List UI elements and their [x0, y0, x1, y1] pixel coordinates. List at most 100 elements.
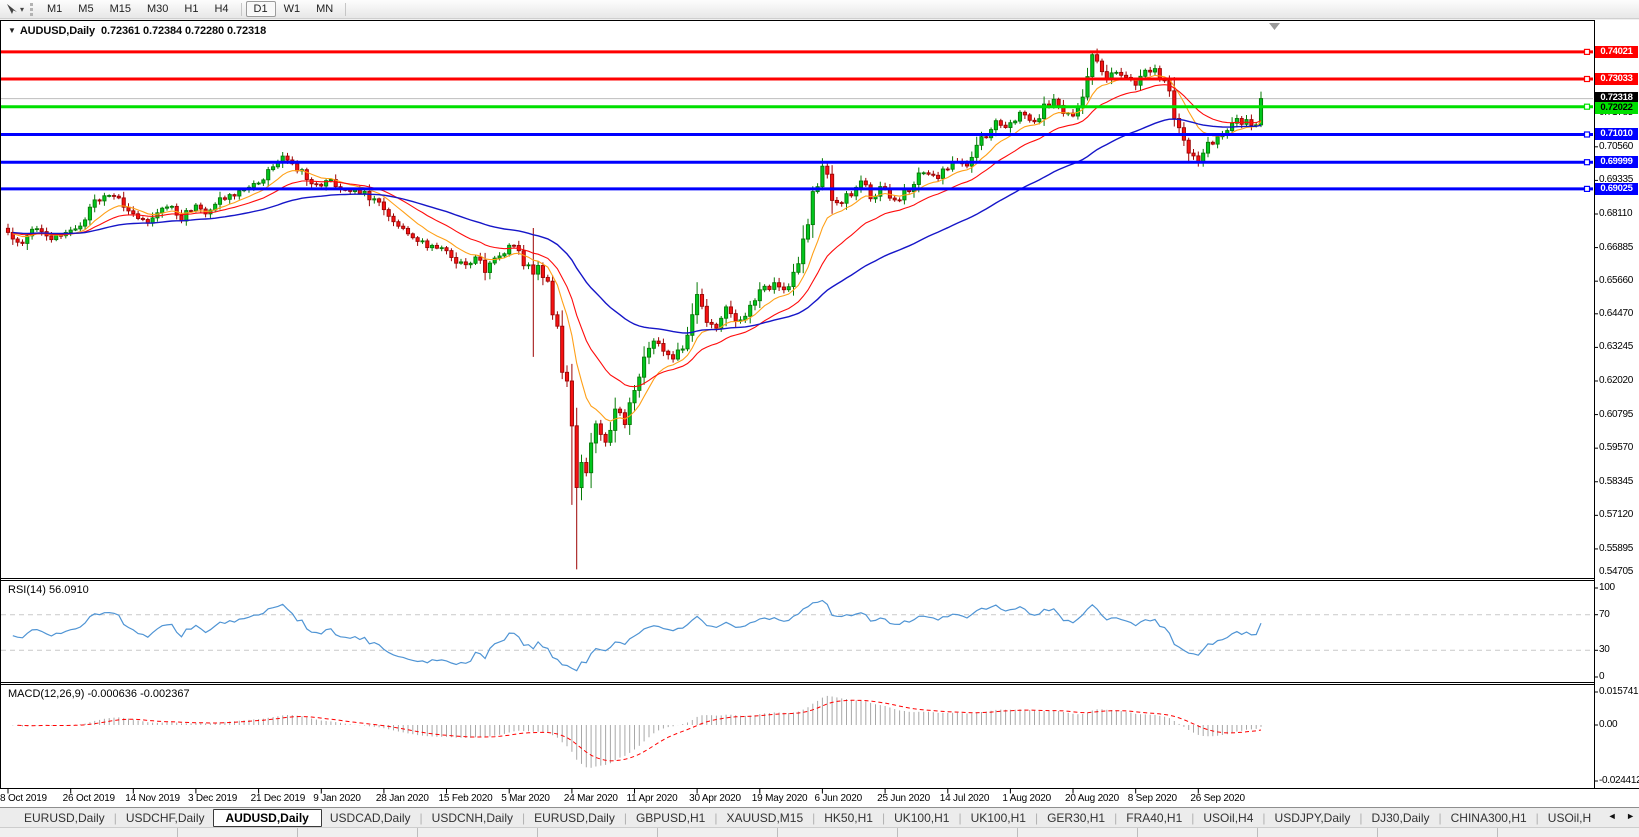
status-strip-divider [657, 828, 658, 837]
symbol-period-label: AUDUSD,Daily [19, 25, 96, 37]
price-axis-label: 0.54705 [1599, 566, 1634, 577]
status-strip [0, 827, 1639, 837]
price-axis-label: 0.58345 [1599, 475, 1634, 487]
rsi-axis-label: 70 [1599, 608, 1610, 620]
status-strip-divider [897, 828, 898, 837]
price-axis-label: 0.55895 [1599, 542, 1634, 554]
timeframe-button-m1[interactable]: M1 [39, 1, 70, 17]
chart-tab-usdcad-daily[interactable]: USDCAD,Daily [322, 810, 419, 826]
chart-title: ▼ AUDUSD,Daily 0.72361 0.72384 0.72280 0.… [8, 25, 266, 37]
status-strip-divider [1497, 828, 1498, 837]
date-axis-label: 5 Mar 2020 [501, 793, 550, 804]
date-axis-label: 8 Sep 2020 [1127, 793, 1177, 804]
support-price-tag[interactable]: 0.71010 [1595, 128, 1638, 140]
chevron-down-icon[interactable]: ▾ [20, 5, 24, 14]
macd-axis-label: -0.024412 [1599, 775, 1639, 786]
chart-tab-ger30-h1[interactable]: GER30,H1 [1039, 810, 1113, 826]
chart-tab-fra40-h1[interactable]: FRA40,H1 [1118, 810, 1190, 826]
chart-canvas[interactable] [0, 0, 1639, 837]
date-axis-label: 19 May 2020 [751, 793, 808, 804]
chart-tab-usdchf-daily[interactable]: USDCHF,Daily [118, 810, 213, 826]
timeframe-button-m15[interactable]: M15 [102, 1, 139, 17]
date-axis-label: 14 Nov 2019 [125, 793, 180, 804]
support-price-tag[interactable]: 0.69999 [1595, 156, 1638, 168]
date-axis-label: 14 Jul 2020 [939, 793, 990, 804]
status-strip-divider [1257, 828, 1258, 837]
status-strip-divider [537, 828, 538, 837]
chart-tab-gbpusd-h1[interactable]: GBPUSD,H1 [628, 810, 713, 826]
date-axis-label: 15 Feb 2020 [438, 793, 493, 804]
rsi-axis-label: 30 [1599, 644, 1610, 656]
timeframe-button-d1[interactable]: D1 [245, 1, 276, 17]
chart-cursor-icon[interactable] [5, 3, 18, 16]
resistance-price-tag[interactable]: 0.74021 [1595, 46, 1638, 58]
timeframe-button-m30[interactable]: M30 [139, 1, 176, 17]
date-axis-label: 6 Jun 2020 [814, 793, 862, 804]
date-axis-label: 25 Jun 2020 [877, 793, 930, 804]
timeframe-toolbar: ▾ M1 M5 M15 M30 H1 H4 D1 W1 MN [0, 0, 1639, 19]
rsi-axis-label: 100 [1599, 582, 1615, 593]
status-strip-divider [1137, 828, 1138, 837]
price-axis-label: 0.68110 [1599, 207, 1633, 219]
date-axis-label: 24 Mar 2020 [563, 793, 618, 804]
chart-tab-bar: EURUSD,Daily | USDCHF,Daily AUDUSD,Daily USD… [0, 807, 1639, 827]
date-axis-label: 26 Sep 2020 [1190, 793, 1245, 804]
date-axis-label: 9 Jan 2020 [313, 793, 361, 804]
price-axis-label: 0.62020 [1599, 374, 1634, 386]
chart-shift-marker [1269, 23, 1280, 30]
tab-scroll-left-icon[interactable]: ◄ [1608, 811, 1617, 821]
rsi-axis-label: 0 [1599, 671, 1605, 682]
chart-tab-dj30-daily[interactable]: DJ30,Daily [1363, 810, 1437, 826]
timeframe-button-w1[interactable]: W1 [276, 1, 309, 17]
chart-tab-uk100-h1[interactable]: UK100,H1 [963, 810, 1034, 826]
date-axis-label: 26 Oct 2019 [62, 793, 115, 804]
status-strip-divider [777, 828, 778, 837]
mt4-window: ▾ M1 M5 M15 M30 H1 H4 D1 W1 MN ▼ AUDUSD,Daily 0.7… [0, 0, 1639, 837]
status-strip-divider [297, 828, 298, 837]
date-axis-label: 3 Dec 2019 [187, 793, 238, 804]
price-axis-label: 0.57120 [1599, 509, 1634, 521]
ohlc-quote-line: 0.72361 0.72384 0.72280 0.72318 [100, 25, 267, 37]
chart-tab-usdjpy-daily[interactable]: USDJPY,Daily [1267, 810, 1359, 826]
price-axis-label: 0.64470 [1599, 307, 1634, 319]
price-axis-label: 0.60795 [1599, 408, 1634, 420]
toolbar-grip[interactable] [30, 2, 34, 16]
status-strip-divider [177, 828, 178, 837]
chart-tab-eurusd-daily[interactable]: EURUSD,Daily [526, 810, 623, 826]
chart-tab-audusd-daily[interactable]: AUDUSD,Daily [212, 808, 322, 827]
timeframe-button-h4[interactable]: H4 [206, 1, 236, 17]
date-axis-label: 8 Oct 2019 [0, 793, 47, 804]
chart-tab-eurusd-daily[interactable]: EURUSD,Daily [16, 810, 113, 826]
chart-tab-uk100-h1[interactable]: UK100,H1 [886, 810, 957, 826]
price-axis-label: 0.63245 [1599, 341, 1634, 353]
collapse-icon[interactable]: ▼ [8, 26, 16, 35]
date-axis-label: 30 Apr 2020 [689, 793, 741, 804]
date-axis-label: 1 Aug 2020 [1002, 793, 1051, 804]
date-axis-label: 20 Aug 2020 [1065, 793, 1120, 804]
support-price-tag[interactable]: 0.69025 [1595, 183, 1638, 195]
chart-tab-xauusd-m15[interactable]: XAUUSD,M15 [718, 810, 811, 826]
macd-label: MACD(12,26,9) -0.000636 -0.002367 [8, 688, 190, 700]
date-axis-label: 28 Jan 2020 [375, 793, 429, 804]
status-strip-divider [1377, 828, 1378, 837]
status-strip-divider [417, 828, 418, 837]
chart-tab-usoil-h4[interactable]: USOil,H4 [1195, 810, 1261, 826]
chart-tab-china300-h1[interactable]: CHINA300,H1 [1443, 810, 1535, 826]
price-axis-label: 0.70560 [1599, 140, 1634, 152]
macd-axis-label: 0.00 [1599, 719, 1618, 730]
price-axis-label: 0.65660 [1599, 275, 1634, 287]
macd-axis-label: 0.015741 [1599, 686, 1639, 697]
chart-tab-hk50-h1[interactable]: HK50,H1 [816, 810, 881, 826]
tab-scroll-arrows: ◄ ► [1601, 811, 1635, 821]
timeframe-button-m5[interactable]: M5 [70, 1, 101, 17]
timeframe-button-mn[interactable]: MN [308, 1, 341, 17]
level-price-tag[interactable]: 0.72022 [1595, 102, 1638, 114]
rsi-label: RSI(14) 56.0910 [8, 584, 89, 596]
price-axis-label: 0.59570 [1599, 442, 1634, 454]
date-axis-label: 21 Dec 2019 [250, 793, 306, 804]
chart-tab-usoil-h[interactable]: USOil,H [1540, 810, 1599, 826]
resistance-price-tag[interactable]: 0.73033 [1595, 73, 1638, 85]
timeframe-button-h1[interactable]: H1 [176, 1, 206, 17]
tab-scroll-right-icon[interactable]: ► [1626, 811, 1635, 821]
chart-tab-usdcnh-daily[interactable]: USDCNH,Daily [424, 810, 521, 826]
